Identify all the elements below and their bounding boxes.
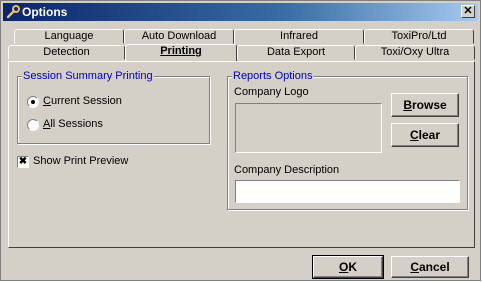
printing-panel: Session Summary Printing Current Session… — [8, 61, 475, 248]
reports-options-legend: Reports Options — [232, 70, 314, 82]
company-description-label: Company Description — [234, 164, 340, 176]
window-title: Options — [22, 5, 68, 19]
close-icon: ✕ — [463, 5, 473, 17]
options-dialog: Options ✕ Language Auto Download Infrare… — [0, 0, 481, 281]
tab-toxi-oxy-ultra[interactable]: Toxi/Oxy Ultra — [355, 45, 475, 60]
current-session-label[interactable]: Current Session — [43, 95, 122, 107]
company-description-input[interactable] — [235, 180, 460, 203]
close-button[interactable]: ✕ — [461, 5, 475, 18]
all-sessions-radio[interactable] — [27, 119, 39, 131]
show-print-preview-label[interactable]: Show Print Preview — [33, 155, 128, 167]
tab-infrared[interactable]: Infrared — [234, 29, 364, 44]
session-summary-group: Session Summary Printing — [17, 70, 210, 144]
ok-button[interactable]: OK — [312, 255, 384, 279]
tab-auto-download[interactable]: Auto Download — [124, 29, 234, 44]
all-sessions-label[interactable]: All Sessions — [43, 118, 103, 130]
current-session-radio[interactable] — [27, 96, 39, 108]
checkmark-icon: ✖ — [18, 156, 28, 167]
clear-button[interactable]: Clear — [391, 123, 459, 147]
tab-printing[interactable]: Printing — [125, 44, 237, 61]
company-logo-label: Company Logo — [234, 86, 309, 98]
session-summary-legend: Session Summary Printing — [22, 70, 154, 82]
wrench-icon — [6, 5, 20, 19]
company-logo-box[interactable] — [235, 103, 382, 153]
tab-detection[interactable]: Detection — [8, 45, 125, 60]
tab-language[interactable]: Language — [14, 29, 124, 44]
browse-button[interactable]: Browse — [391, 93, 459, 117]
title-bar[interactable]: Options ✕ — [3, 3, 478, 21]
show-print-preview-checkbox[interactable]: ✖ — [17, 156, 29, 168]
tab-data-export[interactable]: Data Export — [237, 45, 355, 60]
tab-toxipro-ltd[interactable]: ToxiPro/Ltd — [364, 29, 474, 44]
cancel-button[interactable]: Cancel — [391, 256, 469, 278]
